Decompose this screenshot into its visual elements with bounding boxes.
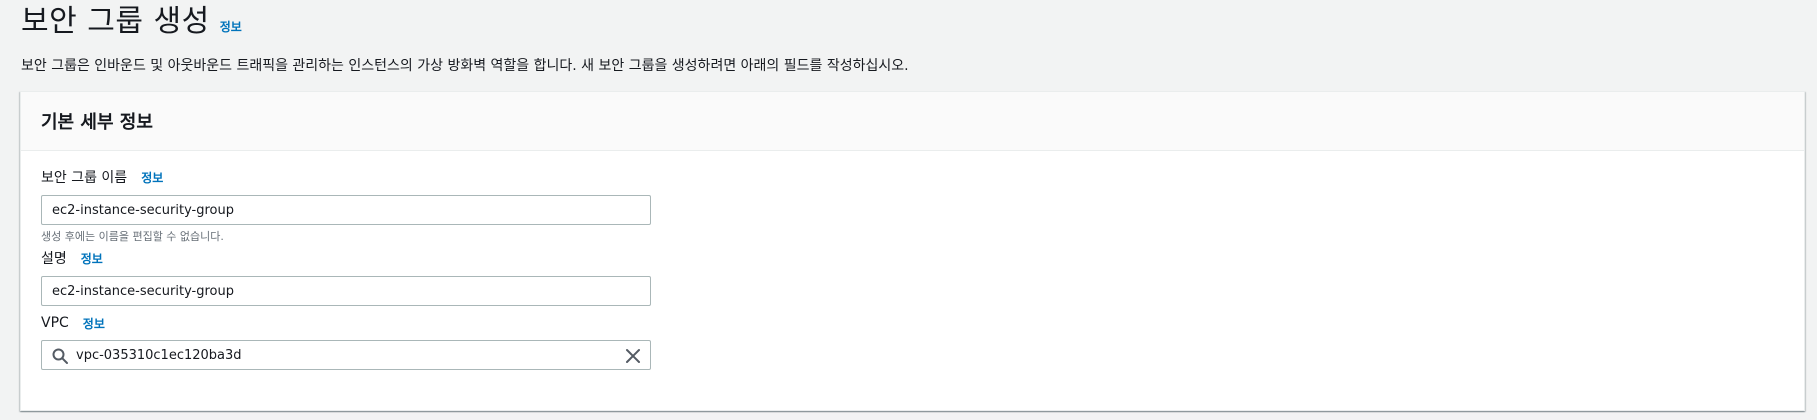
vpc-input[interactable] bbox=[76, 341, 616, 369]
security-group-name-label: 보안 그룹 이름 bbox=[41, 170, 128, 186]
description-info-link[interactable]: 정보 bbox=[81, 250, 103, 267]
vpc-autosuggest[interactable] bbox=[41, 340, 651, 370]
vpc-label: VPC bbox=[41, 315, 69, 331]
description-input[interactable] bbox=[41, 276, 651, 306]
field-label-row: VPC 정보 bbox=[41, 313, 651, 333]
page-header: 보안 그룹 생성 정보 bbox=[21, 2, 242, 42]
field-label-row: 보안 그룹 이름 정보 bbox=[41, 167, 651, 187]
vpc-field: VPC 정보 bbox=[41, 313, 651, 370]
create-security-group-page: 보안 그룹 생성 정보 보안 그룹은 인바운드 및 아웃바운드 트래픽을 관리하… bbox=[0, 0, 1817, 420]
description-field: 설명 정보 bbox=[41, 248, 651, 306]
security-group-name-info-link[interactable]: 정보 bbox=[141, 169, 163, 186]
close-icon[interactable] bbox=[624, 347, 642, 365]
search-icon bbox=[52, 348, 68, 364]
description-label: 설명 bbox=[41, 251, 67, 267]
basic-details-panel: 기본 세부 정보 보안 그룹 이름 정보 생성 후에는 이름을 편집할 수 없습… bbox=[20, 91, 1805, 411]
panel-title: 기본 세부 정보 bbox=[41, 112, 153, 133]
security-group-name-field: 보안 그룹 이름 정보 생성 후에는 이름을 편집할 수 없습니다. bbox=[41, 167, 651, 245]
page-title: 보안 그룹 생성 bbox=[21, 4, 210, 39]
security-group-name-input[interactable] bbox=[41, 195, 651, 225]
page-info-link[interactable]: 정보 bbox=[220, 18, 242, 35]
page-description: 보안 그룹은 인바운드 및 아웃바운드 트래픽을 관리하는 인스턴스의 가상 방… bbox=[21, 58, 909, 74]
field-label-row: 설명 정보 bbox=[41, 248, 651, 268]
vpc-info-link[interactable]: 정보 bbox=[83, 315, 105, 332]
security-group-name-constraint: 생성 후에는 이름을 편집할 수 없습니다. bbox=[41, 230, 224, 243]
panel-header: 기본 세부 정보 bbox=[21, 92, 1804, 151]
